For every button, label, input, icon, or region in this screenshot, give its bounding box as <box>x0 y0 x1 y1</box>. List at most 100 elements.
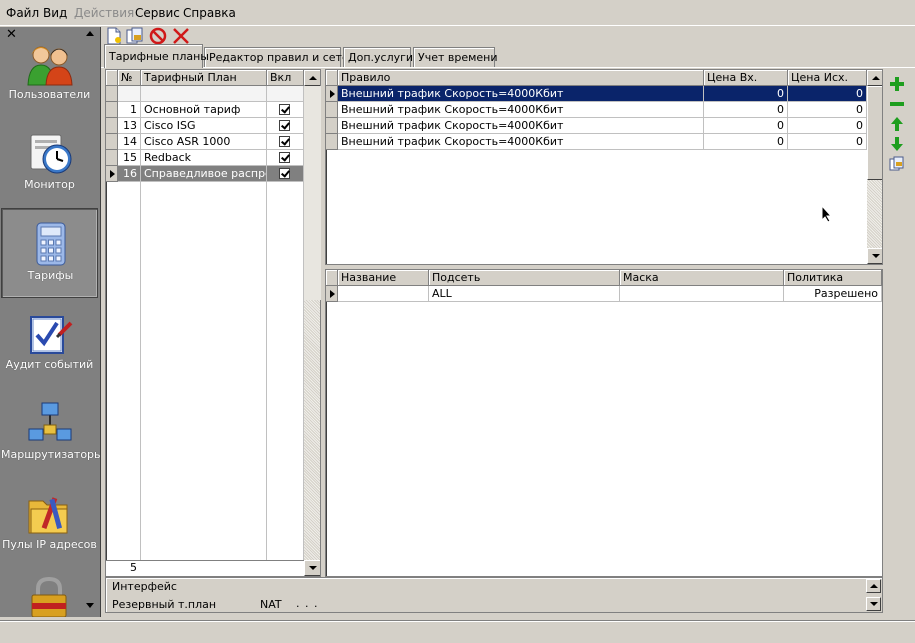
scroll-thumb[interactable] <box>867 86 882 180</box>
menu-service[interactable]: Сервис <box>135 6 180 20</box>
sidebar-item-users[interactable]: Пользователи <box>1 29 98 119</box>
sidebar-item-ip-pools[interactable]: Пулы IP адресов <box>1 479 98 569</box>
status-bar <box>0 620 915 643</box>
menu-help[interactable]: Справка <box>183 6 236 20</box>
plan-id: 14 <box>118 134 141 150</box>
reserve-plan-label: Резервный т.план <box>112 598 217 611</box>
row-indicator <box>326 102 338 118</box>
tab-extra-services[interactable]: Доп.услуги <box>343 47 413 67</box>
info-scroll-down-button[interactable] <box>866 597 881 611</box>
row-indicator <box>326 134 338 150</box>
plan-id: 13 <box>118 118 141 134</box>
plans-col-name[interactable]: Тарифный План <box>141 70 267 86</box>
nets-col-name[interactable]: Название <box>338 270 429 286</box>
users-icon <box>27 46 73 86</box>
scroll-up-button[interactable] <box>867 70 882 86</box>
rule-price-out: 0 <box>788 102 867 118</box>
plans-col-enabled[interactable]: Вкл <box>267 70 304 86</box>
sidebar-item-monitor[interactable]: Монитор <box>1 119 98 209</box>
rules-col-price-out[interactable]: Цена Исх. <box>788 70 867 86</box>
menu-actions[interactable]: Действия <box>74 6 134 20</box>
menu-view[interactable]: Вид <box>43 6 67 20</box>
plans-count: 5 <box>130 561 137 574</box>
column-line <box>267 182 304 560</box>
plan-enabled-checkbox[interactable] <box>279 168 290 179</box>
move-down-icon[interactable] <box>889 136 905 152</box>
arrow-down-icon <box>870 602 878 606</box>
sidebar-item-audit[interactable]: Аудит событий <box>1 299 98 389</box>
sidebar-item-routers[interactable]: Маршрутизаторы <box>1 389 100 479</box>
rules-scrollbar[interactable] <box>867 70 882 264</box>
filter-cell[interactable] <box>267 86 304 102</box>
plan-name: Основной тариф <box>141 102 267 118</box>
filter-cell[interactable] <box>141 86 267 102</box>
plans-scroll-track-upper <box>304 86 321 300</box>
column-line <box>118 182 141 560</box>
scroll-down-button[interactable] <box>304 560 320 576</box>
plan-enabled-checkbox[interactable] <box>279 104 290 115</box>
sidebar-item-label: Пулы IP адресов <box>2 538 97 551</box>
rule-price-in: 0 <box>704 118 788 134</box>
tab-tariff-plans[interactable]: Тарифные планы <box>104 44 209 68</box>
arrow-up-icon <box>870 584 878 588</box>
copy-icon[interactable] <box>889 156 905 172</box>
tab-rules-editor[interactable]: Редактор правил и сетей <box>204 47 356 67</box>
rule-price-in: 0 <box>704 86 788 102</box>
copy-document-icon[interactable] <box>126 27 144 45</box>
rule-price-out: 0 <box>788 134 867 150</box>
arrow-down-icon <box>309 566 317 570</box>
move-up-icon[interactable] <box>889 116 905 132</box>
filter-cell[interactable] <box>118 86 141 102</box>
column-line <box>141 182 267 560</box>
rule-text: Внешний трафик Скорость=4000Кбит <box>338 118 704 134</box>
rules-indicator-header <box>326 70 338 86</box>
menu-file[interactable]: Файл <box>6 6 39 20</box>
new-document-icon[interactable] <box>105 27 123 45</box>
plan-enabled-cell <box>267 150 304 166</box>
current-row-arrow-icon <box>110 170 115 178</box>
plan-enabled-checkbox[interactable] <box>279 152 290 163</box>
sidebar-scroll-down-icon[interactable] <box>86 603 94 608</box>
lock-icon[interactable] <box>26 577 72 617</box>
remove-icon[interactable] <box>889 96 905 112</box>
sidebar-item-tariffs[interactable]: Тарифы <box>1 208 98 298</box>
rules-col-rule[interactable]: Правило <box>338 70 704 86</box>
sidebar-item-label: Монитор <box>24 178 75 191</box>
plans-col-number[interactable]: № <box>118 70 141 86</box>
row-indicator <box>326 86 338 102</box>
nets-col-subnet[interactable]: Подсеть <box>429 270 620 286</box>
tab-time-accounting[interactable]: Учет времени <box>413 47 498 67</box>
row-indicator <box>106 118 118 134</box>
nets-col-policy[interactable]: Политика <box>784 270 882 286</box>
plan-enabled-cell <box>267 134 304 150</box>
scroll-down-button[interactable] <box>867 248 882 264</box>
rule-price-out: 0 <box>788 86 867 102</box>
network-routers-icon <box>28 402 72 441</box>
filter-row-indicator <box>106 86 118 102</box>
plan-name: Cisco ISG <box>141 118 267 134</box>
plan-name: Cisco ASR 1000 <box>141 134 267 150</box>
nets-col-mask[interactable]: Маска <box>620 270 784 286</box>
rule-price-out: 0 <box>788 118 867 134</box>
add-icon[interactable] <box>889 76 905 92</box>
plan-enabled-cell <box>267 102 304 118</box>
plan-enabled-cell <box>267 118 304 134</box>
plan-enabled-checkbox[interactable] <box>279 136 290 147</box>
disable-icon[interactable] <box>149 27 167 45</box>
tariff-plans-grid: № Тарифный План Вкл 1 Основной тариф 13 … <box>105 69 321 577</box>
sidebar-item-label: Тарифы <box>27 269 74 282</box>
row-indicator <box>106 150 118 166</box>
plan-info-panel: Интерфейс Резервный т.план NAT . . . <box>105 577 883 613</box>
scroll-up-button[interactable] <box>304 70 320 86</box>
delete-icon[interactable] <box>172 27 190 45</box>
mouse-cursor-icon <box>821 205 833 223</box>
plan-enabled-checkbox[interactable] <box>279 120 290 131</box>
rules-col-price-in[interactable]: Цена Вх. <box>704 70 788 86</box>
sidebar-item-label: Аудит событий <box>5 358 94 371</box>
info-scroll-up-button[interactable] <box>866 579 881 593</box>
current-row-arrow-icon <box>330 290 335 298</box>
plan-id: 1 <box>118 102 141 118</box>
interface-label: Интерфейс <box>112 580 177 593</box>
rule-price-in: 0 <box>704 134 788 150</box>
arrow-up-icon <box>872 76 880 80</box>
